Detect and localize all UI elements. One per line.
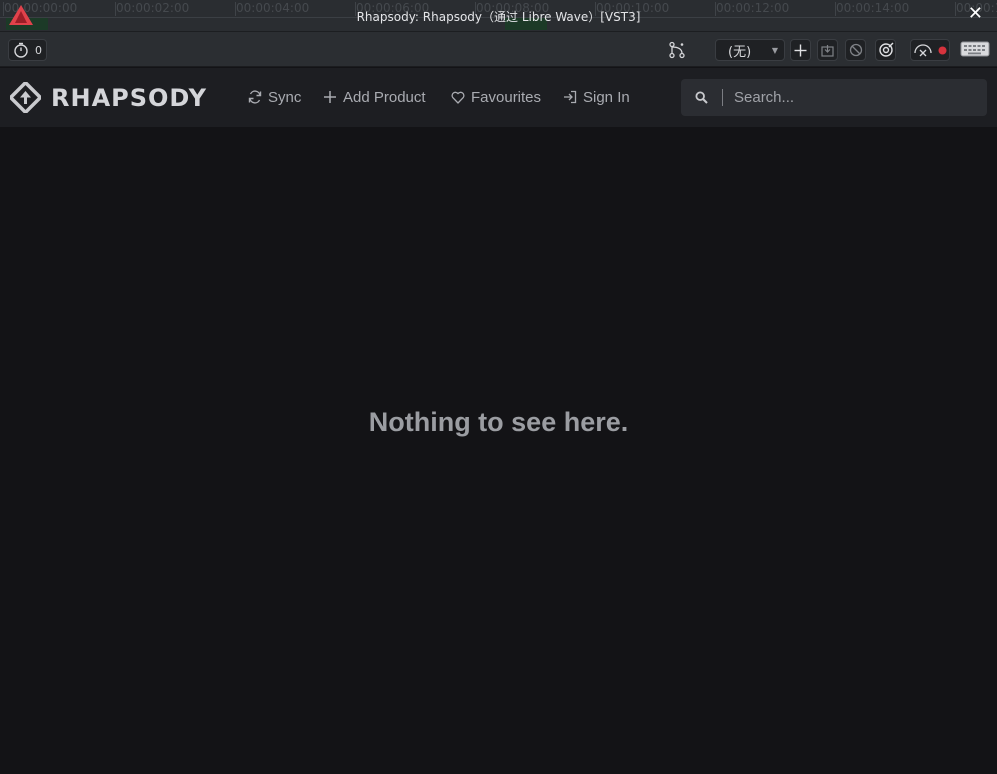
bypass-button[interactable]: [845, 39, 866, 61]
empty-state-message: Nothing to see here.: [368, 407, 629, 437]
plus-icon: [324, 91, 336, 103]
counter-value: 0: [35, 43, 42, 57]
save-icon: [821, 44, 834, 57]
routing-button[interactable]: [666, 39, 688, 61]
nav-sync[interactable]: Sync: [248, 87, 301, 107]
close-icon[interactable]: ✕: [968, 4, 983, 24]
nav-sign-in-label: Sign In: [583, 88, 630, 106]
target-button[interactable]: [875, 39, 896, 61]
search-icon: [695, 91, 708, 104]
routing-icon: [669, 41, 685, 59]
rhapsody-logo-icon: [10, 82, 41, 113]
host-toolbar: 0 (无) ▼: [0, 32, 997, 67]
record-dot-icon: [938, 46, 947, 54]
monitor-record-button[interactable]: [910, 39, 950, 61]
nav-sync-label: Sync: [268, 88, 302, 106]
nav-add-product-label: Add Product: [343, 88, 426, 106]
window-titlebar: 00:00:00:00 00:00:02:00 00:00:04:00 00:0…: [0, 0, 997, 32]
monitor-icon: [914, 44, 932, 57]
window-title: Rhapsody: Rhapsody（通过 Libre Wave）[VST3]: [356, 10, 641, 24]
brand[interactable]: RHAPSODY: [10, 82, 207, 113]
search-input[interactable]: [734, 89, 954, 106]
timer-counter-button[interactable]: 0: [8, 39, 47, 61]
keyboard-icon[interactable]: [960, 40, 990, 58]
main-content: Nothing to see here.: [0, 127, 997, 774]
search-box[interactable]: [681, 79, 987, 116]
plus-icon: [794, 44, 807, 56]
heart-icon: [451, 91, 465, 104]
save-preset-button[interactable]: [817, 39, 838, 61]
sign-in-icon: [564, 90, 577, 104]
bypass-icon: [849, 43, 862, 57]
plugin-navbar: RHAPSODY Sync Add Product Favourites Sig…: [0, 68, 997, 127]
preset-select[interactable]: (无) ▼: [715, 39, 785, 61]
sync-icon: [248, 90, 262, 104]
timer-icon: [14, 42, 28, 58]
chevron-down-icon: ▼: [771, 45, 778, 55]
preset-value: (无): [728, 44, 752, 60]
brand-name: RHAPSODY: [51, 83, 207, 112]
nav-add-product[interactable]: Add Product: [323, 87, 426, 107]
nav-sign-in[interactable]: Sign In: [563, 87, 630, 107]
nav-favourites-label: Favourites: [471, 88, 542, 106]
target-icon: [878, 42, 893, 57]
search-caret: [722, 89, 723, 106]
nav-favourites[interactable]: Favourites: [451, 87, 541, 107]
add-preset-button[interactable]: [790, 39, 811, 61]
